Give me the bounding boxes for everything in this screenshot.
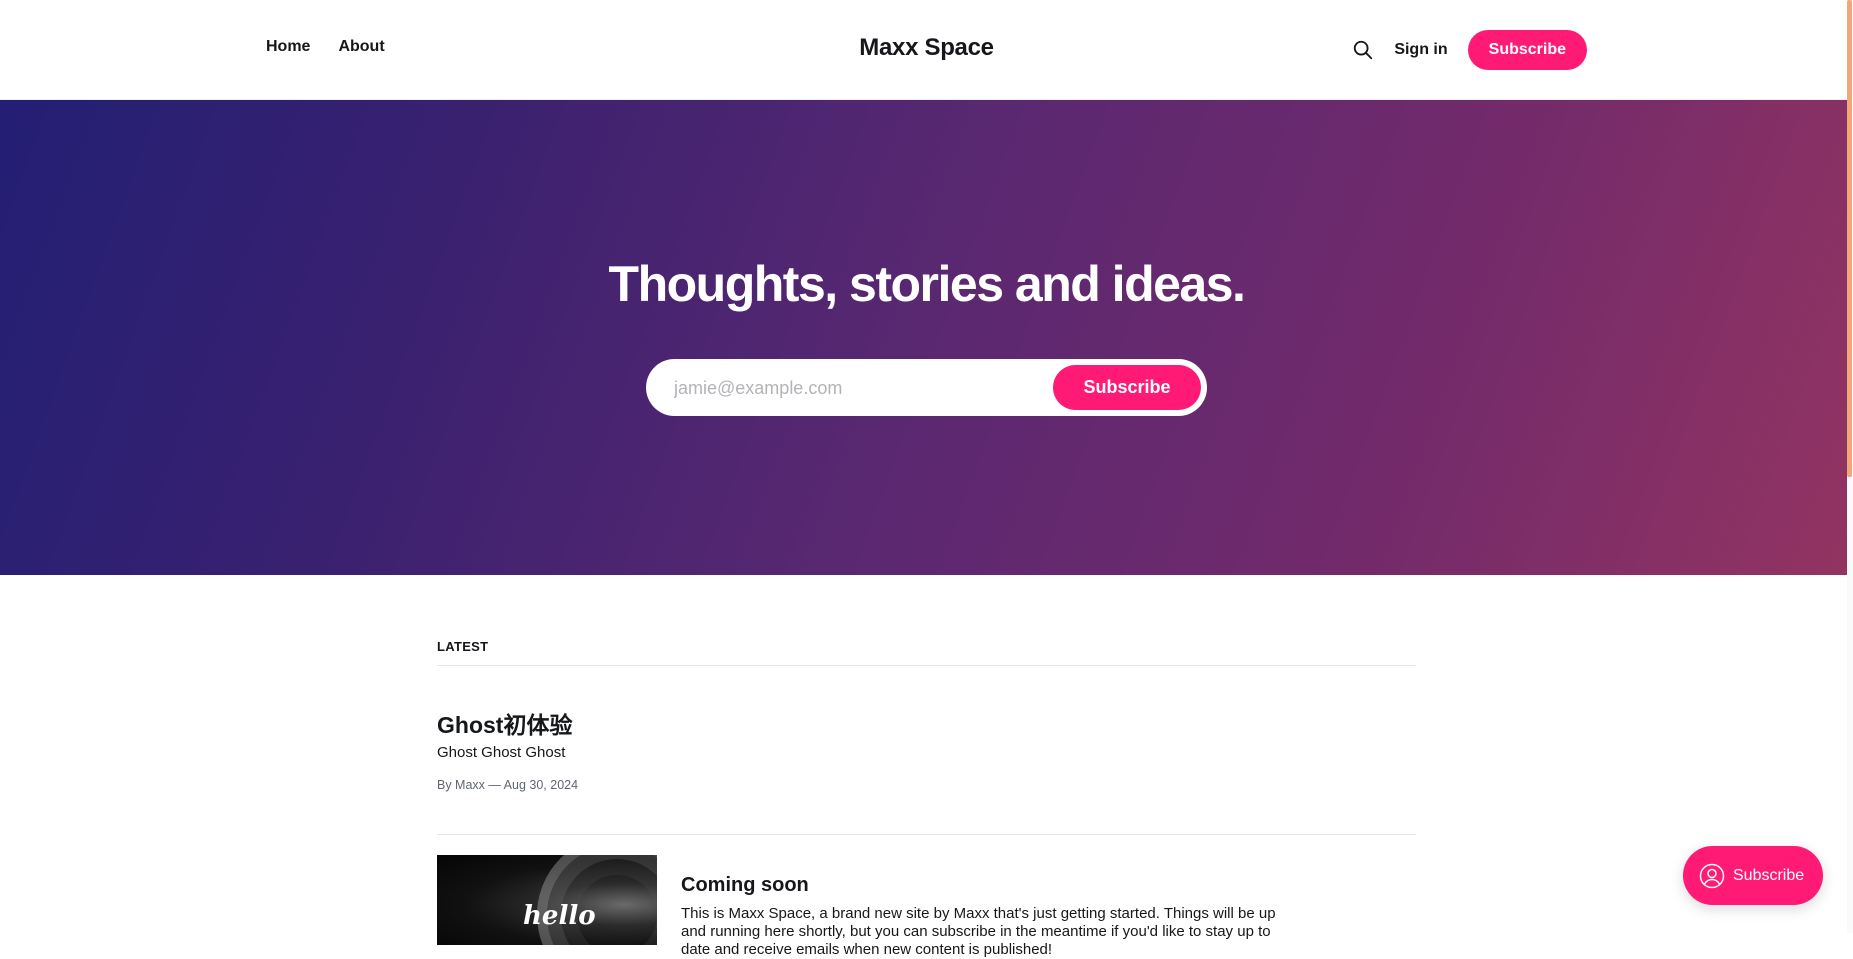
user-circle-icon	[1699, 863, 1725, 888]
post-title[interactable]: Ghost初体验	[437, 706, 572, 740]
portal-subscribe-button[interactable]: Subscribe	[1683, 846, 1823, 905]
header-actions: Sign in Subscribe	[1352, 30, 1587, 70]
latest-section-label: LATEST	[437, 639, 489, 654]
header-subscribe-button[interactable]: Subscribe	[1467, 30, 1587, 70]
subscribe-form: Subscribe	[646, 359, 1207, 416]
search-button[interactable]	[1352, 39, 1374, 61]
portal-subscribe-label: Subscribe	[1733, 866, 1805, 884]
post-feature-image[interactable]: hello	[437, 855, 657, 945]
site-header: Home About Maxx Space Sign in Subscribe	[0, 0, 1853, 100]
section-divider	[437, 665, 1416, 666]
email-input[interactable]	[672, 377, 1032, 400]
hero-banner: Thoughts, stories and ideas. Subscribe	[0, 100, 1853, 575]
post-title[interactable]: Coming soon	[681, 874, 809, 897]
feature-image-text: hello	[523, 901, 596, 931]
post-divider	[437, 834, 1416, 835]
post-meta: By Maxx — Aug 30, 2024	[437, 778, 579, 792]
search-icon	[1354, 40, 1373, 60]
hero-title: Thoughts, stories and ideas.	[608, 256, 1246, 312]
post-excerpt: Ghost Ghost Ghost	[437, 744, 566, 761]
hero-subscribe-button[interactable]: Subscribe	[1053, 365, 1201, 410]
post-excerpt: This is Maxx Space, a brand new site by …	[681, 905, 1276, 958]
scrollbar-thumb[interactable]	[1847, 0, 1852, 477]
swirl-graphic	[537, 855, 657, 945]
signin-link[interactable]: Sign in	[1394, 41, 1447, 59]
